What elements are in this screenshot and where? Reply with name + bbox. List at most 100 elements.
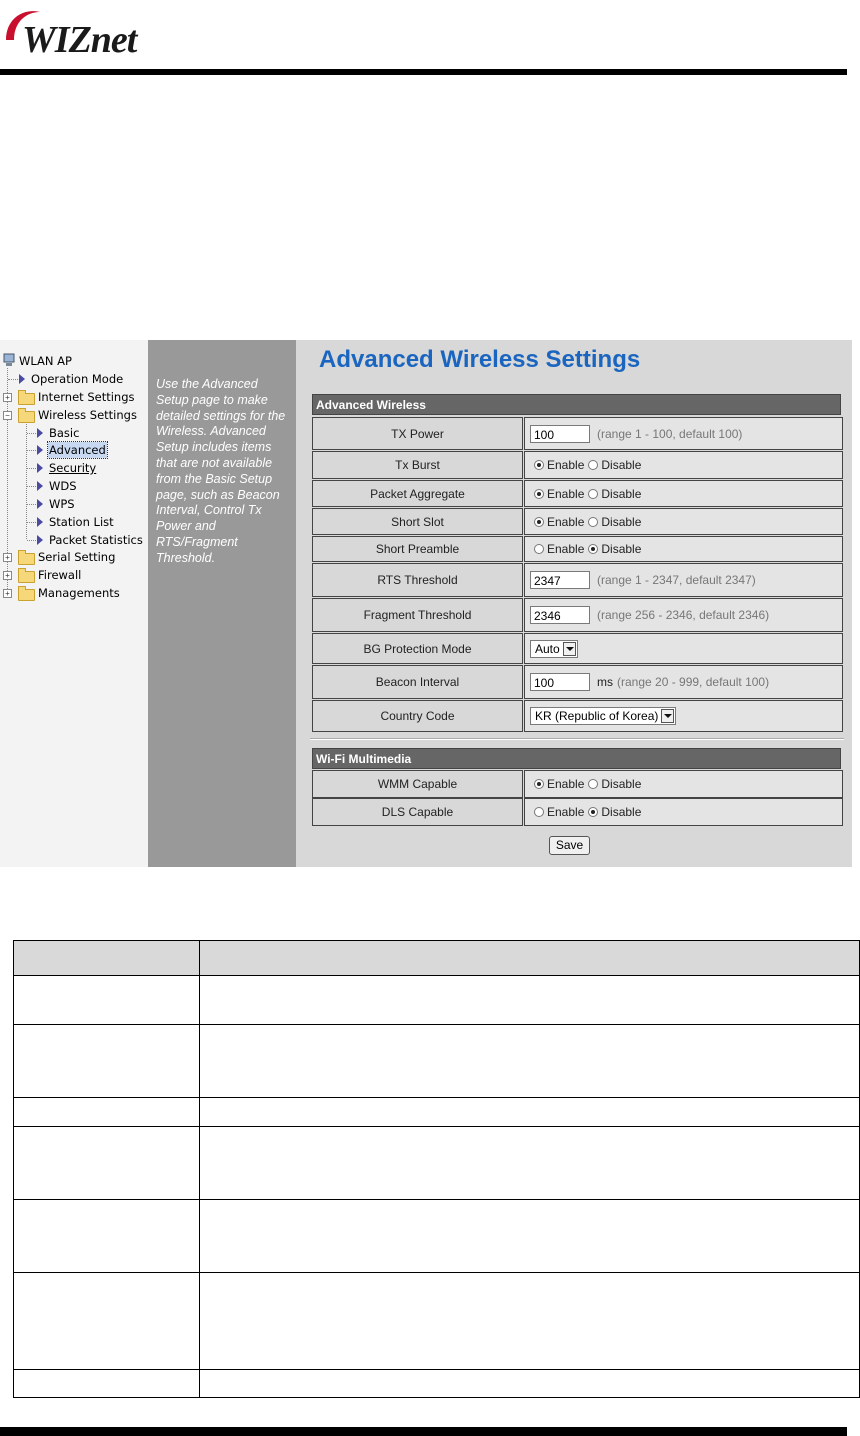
table-header-cell: [199, 940, 860, 976]
bg-protection-select[interactable]: Auto: [530, 639, 578, 658]
section-separator: [310, 738, 844, 740]
tree-item-wps[interactable]: WPS: [49, 496, 75, 512]
radio-label-enable: Enable: [547, 542, 585, 556]
rts-threshold-hint: (range 1 - 2347, default 2347): [597, 573, 756, 587]
section-header-advanced-wireless: Advanced Wireless: [312, 394, 841, 415]
row-tx-burst: Tx Burst Enable Disable: [312, 451, 843, 479]
beacon-interval-hint: (range 20 - 999, default 100): [617, 675, 770, 689]
dropdown-arrow-icon[interactable]: [562, 641, 576, 656]
beacon-interval-input[interactable]: 100: [530, 673, 590, 691]
navigation-tree: WLAN AP Operation Mode + Internet Settin…: [0, 340, 148, 867]
page-arrow-icon: [19, 374, 25, 384]
country-code-select[interactable]: KR (Republic of Korea): [530, 707, 677, 725]
radio-label-disable: Disable: [601, 514, 642, 529]
tx-power-input[interactable]: 100: [530, 424, 590, 443]
folder-icon: [18, 568, 35, 583]
short-preamble-enable-radio[interactable]: [534, 544, 544, 554]
logo-text: WIZnet: [22, 19, 137, 61]
table-row: [13, 1272, 860, 1370]
page-arrow-icon: [37, 499, 43, 509]
radio-label-enable: Enable: [547, 514, 585, 529]
tree-item-basic[interactable]: Basic: [49, 425, 79, 441]
tree-item-managements[interactable]: Managements: [38, 585, 120, 601]
short-slot-enable-radio[interactable]: [534, 516, 544, 527]
section-header-wifi-multimedia: Wi-Fi Multimedia: [312, 748, 841, 769]
expand-plus-icon[interactable]: +: [3, 589, 12, 598]
row-wmm-capable: WMM Capable Enable Disable: [312, 770, 843, 798]
page-title: Advanced Wireless Settings: [319, 346, 641, 373]
label-tx-burst: Tx Burst: [312, 451, 523, 479]
fragment-threshold-hint: (range 256 - 2346, default 2346): [597, 608, 770, 622]
page-arrow-icon: [37, 463, 43, 473]
rts-threshold-input[interactable]: 2347: [530, 571, 590, 589]
radio-label-enable: Enable: [547, 486, 585, 501]
radio-label-enable: Enable: [547, 777, 585, 791]
label-bg-protection-mode: BG Protection Mode: [312, 633, 523, 664]
wmm-enable-radio[interactable]: [534, 779, 544, 789]
packet-aggregate-disable-radio[interactable]: [588, 488, 599, 499]
computer-icon: [3, 353, 15, 366]
table-header-cell: [13, 940, 200, 976]
wmm-disable-radio[interactable]: [588, 779, 599, 789]
page-arrow-icon: [37, 481, 43, 491]
table-header-row: [13, 940, 860, 976]
radio-label-disable: Disable: [601, 805, 642, 819]
tree-item-packet-statistics[interactable]: Packet Statistics: [49, 532, 143, 548]
tree-item-advanced[interactable]: Advanced: [47, 441, 108, 459]
row-bg-protection-mode: BG Protection Mode Auto: [312, 633, 843, 664]
tree-item-firewall[interactable]: Firewall: [38, 567, 81, 583]
label-packet-aggregate: Packet Aggregate: [312, 480, 523, 507]
short-preamble-disable-radio[interactable]: [588, 544, 599, 554]
label-dls-capable: DLS Capable: [312, 798, 523, 826]
tree-item-wireless-settings[interactable]: Wireless Settings: [38, 407, 137, 423]
row-country-code: Country Code KR (Republic of Korea): [312, 700, 843, 732]
expand-plus-icon[interactable]: +: [3, 553, 12, 562]
table-row: [13, 1369, 860, 1398]
radio-label-disable: Disable: [601, 486, 642, 501]
radio-label-disable: Disable: [601, 458, 642, 472]
tree-item-internet-settings[interactable]: Internet Settings: [38, 389, 135, 405]
folder-icon: [18, 550, 35, 565]
short-slot-disable-radio[interactable]: [588, 516, 599, 527]
country-code-value: KR (Republic of Korea): [535, 709, 659, 723]
tree-item-security[interactable]: Security: [49, 460, 96, 476]
help-text: Use the Advanced Setup page to make deta…: [156, 377, 286, 565]
beacon-interval-unit: ms: [597, 675, 613, 689]
label-short-preamble: Short Preamble: [312, 536, 523, 562]
packet-aggregate-enable-radio[interactable]: [534, 488, 544, 499]
dls-enable-radio[interactable]: [534, 807, 544, 817]
row-short-slot: Short Slot Enable Disable: [312, 508, 843, 535]
label-beacon-interval: Beacon Interval: [312, 665, 523, 699]
tree-root-wlan-ap[interactable]: WLAN AP: [19, 353, 72, 369]
label-fragment-threshold: Fragment Threshold: [312, 598, 523, 632]
save-button[interactable]: Save: [549, 836, 590, 855]
label-short-slot: Short Slot: [312, 508, 523, 535]
description-table: [13, 940, 860, 1398]
page-arrow-icon: [37, 445, 43, 455]
collapse-minus-icon[interactable]: −: [3, 411, 12, 420]
dls-disable-radio[interactable]: [588, 807, 599, 817]
label-wmm-capable: WMM Capable: [312, 770, 523, 798]
tree-item-serial-setting[interactable]: Serial Setting: [38, 549, 115, 565]
header-divider: [0, 69, 847, 75]
tx-burst-enable-radio[interactable]: [534, 460, 544, 470]
wiznet-logo: WIZnet: [2, 4, 162, 61]
row-rts-threshold: RTS Threshold 2347 (range 1 - 2347, defa…: [312, 563, 843, 597]
page-arrow-icon: [37, 517, 43, 527]
tree-item-operation-mode[interactable]: Operation Mode: [31, 371, 123, 387]
dropdown-arrow-icon[interactable]: [661, 709, 675, 723]
fragment-threshold-input[interactable]: 2346: [530, 606, 590, 624]
table-row: [13, 1126, 860, 1200]
table-row: [13, 1199, 860, 1273]
table-row: [13, 975, 860, 1025]
table-row: [13, 1097, 860, 1127]
tree-item-wds[interactable]: WDS: [49, 478, 77, 494]
expand-plus-icon[interactable]: +: [3, 571, 12, 580]
tx-burst-disable-radio[interactable]: [588, 460, 599, 470]
expand-plus-icon[interactable]: +: [3, 393, 12, 402]
row-dls-capable: DLS Capable Enable Disable: [312, 798, 843, 826]
page-arrow-icon: [37, 535, 43, 545]
tree-item-station-list[interactable]: Station List: [49, 514, 114, 530]
table-row: [13, 1024, 860, 1098]
row-packet-aggregate: Packet Aggregate Enable Disable: [312, 480, 843, 507]
